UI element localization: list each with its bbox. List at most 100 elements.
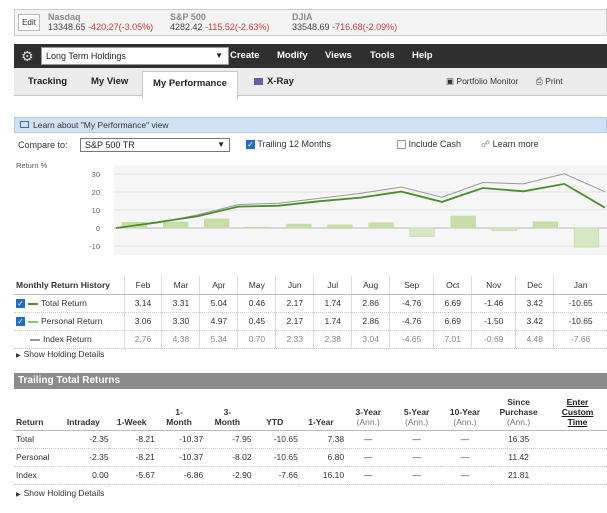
learn-about-bar[interactable]: Learn about "My Performance" view [14, 117, 607, 133]
chevron-down-icon: ▼ [215, 51, 223, 60]
table-cell: -0.69 [471, 330, 516, 349]
compare-select[interactable]: S&P 500 TR ▼ [80, 138, 230, 152]
col-header: 10-Year (Ann.) [440, 392, 490, 431]
y-tick-label: 0 [96, 224, 100, 233]
include-cash-checkbox[interactable] [397, 140, 406, 150]
total-return-checkbox[interactable]: ✓ [16, 299, 25, 309]
table-cell: -8.21 [108, 448, 155, 467]
portfolio-select[interactable]: Long Term Holdings ▼ [41, 47, 229, 65]
tab-xray-label: X-Ray [267, 76, 294, 87]
learn-more-label: Learn more [492, 139, 539, 149]
portfolio-monitor-link[interactable]: ▣ Portfolio Monitor [446, 68, 518, 95]
col-header-text: Time [567, 416, 588, 427]
personal-return-checkbox[interactable]: ✓ [16, 317, 25, 327]
show-holding-details-link[interactable]: ▶ Show Holding Details [16, 349, 104, 359]
ticker-nasdaq[interactable]: Nasdaq 13348.65 -420.27(-3.05%) [48, 12, 153, 32]
ticker-sp500[interactable]: S&P 500 4282.42 -115.52(-2.63%) [170, 12, 269, 32]
table-cell: -10.65 [251, 448, 298, 467]
table-row: Personal -2.35 -8.21 -10.37 -8.02 -10.65… [14, 448, 607, 467]
table-cell [548, 448, 607, 467]
info-icon [20, 121, 29, 128]
month-header: Aug [351, 276, 390, 295]
monthly-title: Monthly Return History [14, 276, 124, 295]
col-header: 3- Month [203, 392, 252, 431]
col-header-text: (Ann.) [453, 416, 477, 427]
month-header: Jun [275, 276, 314, 295]
col-header-text: Intraday [66, 416, 100, 427]
row-label: Index [14, 466, 59, 485]
learn-more-link[interactable]: ☍ Learn more [481, 139, 539, 150]
trailing-returns-header: Trailing Total Returns [14, 373, 607, 389]
table-cell: 5.34 [199, 330, 238, 349]
col-header-text: YTD [266, 416, 284, 427]
y-tick-label: 30 [92, 170, 100, 179]
triangle-right-icon: ▶ [16, 353, 21, 359]
table-cell: -10.65 [553, 312, 607, 331]
performance-chart: Return % 30 20 10 0 -10 [16, 161, 607, 255]
col-header-text: 1- [175, 406, 183, 417]
table-cell: 2.17 [275, 312, 314, 331]
chart-ylabel: Return % [16, 161, 48, 170]
ticker-value: 13348.65 [48, 22, 86, 32]
table-cell: -7.66 [553, 330, 607, 349]
table-cell: 4.38 [161, 330, 200, 349]
menu-help[interactable]: Help [412, 44, 433, 68]
row-label: Total Return [41, 297, 87, 308]
market-ticker: Edit Nasdaq 13348.65 -420.27(-3.05%) S&P… [14, 9, 607, 36]
personal-return-label[interactable]: ✓ Personal Return [14, 312, 124, 331]
ticker-edit-button[interactable]: Edit [18, 14, 40, 31]
col-header-text: (Ann.) [507, 416, 531, 427]
month-header: May [237, 276, 276, 295]
table-cell [548, 466, 607, 485]
table-cell: -2.35 [58, 448, 109, 467]
table-cell: -10.37 [154, 430, 204, 449]
table-row: ✓ Personal Return 3.06 3.30 4.97 0.45 2.1… [14, 312, 607, 331]
col-header: 1- Month [154, 392, 204, 431]
menu-tools[interactable]: Tools [370, 44, 395, 68]
table-cell: 3.31 [161, 294, 200, 313]
table-cell: — [440, 430, 490, 449]
include-cash-label: Include Cash [408, 139, 462, 149]
ticker-value: 33548.69 [292, 22, 330, 32]
trailing-12-months-option[interactable]: ✓ Trailing 12 Months [246, 139, 331, 150]
table-cell: -1.50 [471, 312, 516, 331]
table-cell: 16.10 [297, 466, 345, 485]
tab-my-performance[interactable]: My Performance [142, 71, 238, 100]
enter-custom-time-link[interactable]: Enter Custom Time [548, 392, 607, 431]
trailing-returns-table: Return Intraday 1-Week 1- Month 3- Month Y… [14, 392, 607, 485]
menu-views[interactable]: Views [325, 44, 352, 68]
table-cell: 4.48 [515, 330, 554, 349]
total-return-label[interactable]: ✓ Total Return [14, 294, 124, 313]
portfolio-monitor-label: Portfolio Monitor [456, 76, 519, 86]
help-icon: ☍ [481, 139, 491, 149]
chart-bar [163, 221, 189, 229]
table-row: Index 0.00 -5.67 -6.86 -2.90 -7.66 16.10… [14, 466, 607, 485]
col-header: 1-Year [297, 392, 345, 431]
table-cell: -2.35 [58, 430, 109, 449]
table-cell: 2.86 [351, 294, 390, 313]
gear-icon[interactable]: ⚙ [21, 47, 34, 65]
ticker-name: Nasdaq [48, 12, 81, 22]
menu-create[interactable]: Create [230, 44, 260, 68]
tab-xray[interactable]: X-Ray [254, 68, 294, 95]
table-row: Total -2.35 -8.21 -10.37 -7.95 -10.65 7.… [14, 430, 607, 449]
month-header: Apr [199, 276, 238, 295]
ticker-djia[interactable]: DJIA 33548.69 -716.68(-2.09%) [292, 12, 397, 32]
table-cell: 6.69 [433, 294, 472, 313]
table-cell: -10.65 [251, 430, 298, 449]
month-header: Nov [471, 276, 516, 295]
table-cell: -8.21 [108, 430, 155, 449]
table-cell: 2.33 [275, 330, 314, 349]
table-cell: 3.42 [515, 312, 554, 331]
show-holding-details-link[interactable]: ▶ Show Holding Details [16, 488, 104, 498]
include-cash-option[interactable]: Include Cash [397, 139, 462, 150]
col-header-text: 3-Year [355, 406, 382, 417]
tab-tracking[interactable]: Tracking [28, 68, 67, 95]
chart-grid: 30 20 10 0 -10 [89, 165, 607, 255]
row-label: Total [14, 430, 59, 449]
show-holding-details-label: Show Holding Details [23, 488, 105, 498]
menu-modify[interactable]: Modify [277, 44, 308, 68]
print-link[interactable]: ⎙ Print [536, 68, 563, 95]
trailing-12-months-checkbox[interactable]: ✓ [246, 140, 255, 150]
tab-my-view[interactable]: My View [91, 68, 128, 95]
